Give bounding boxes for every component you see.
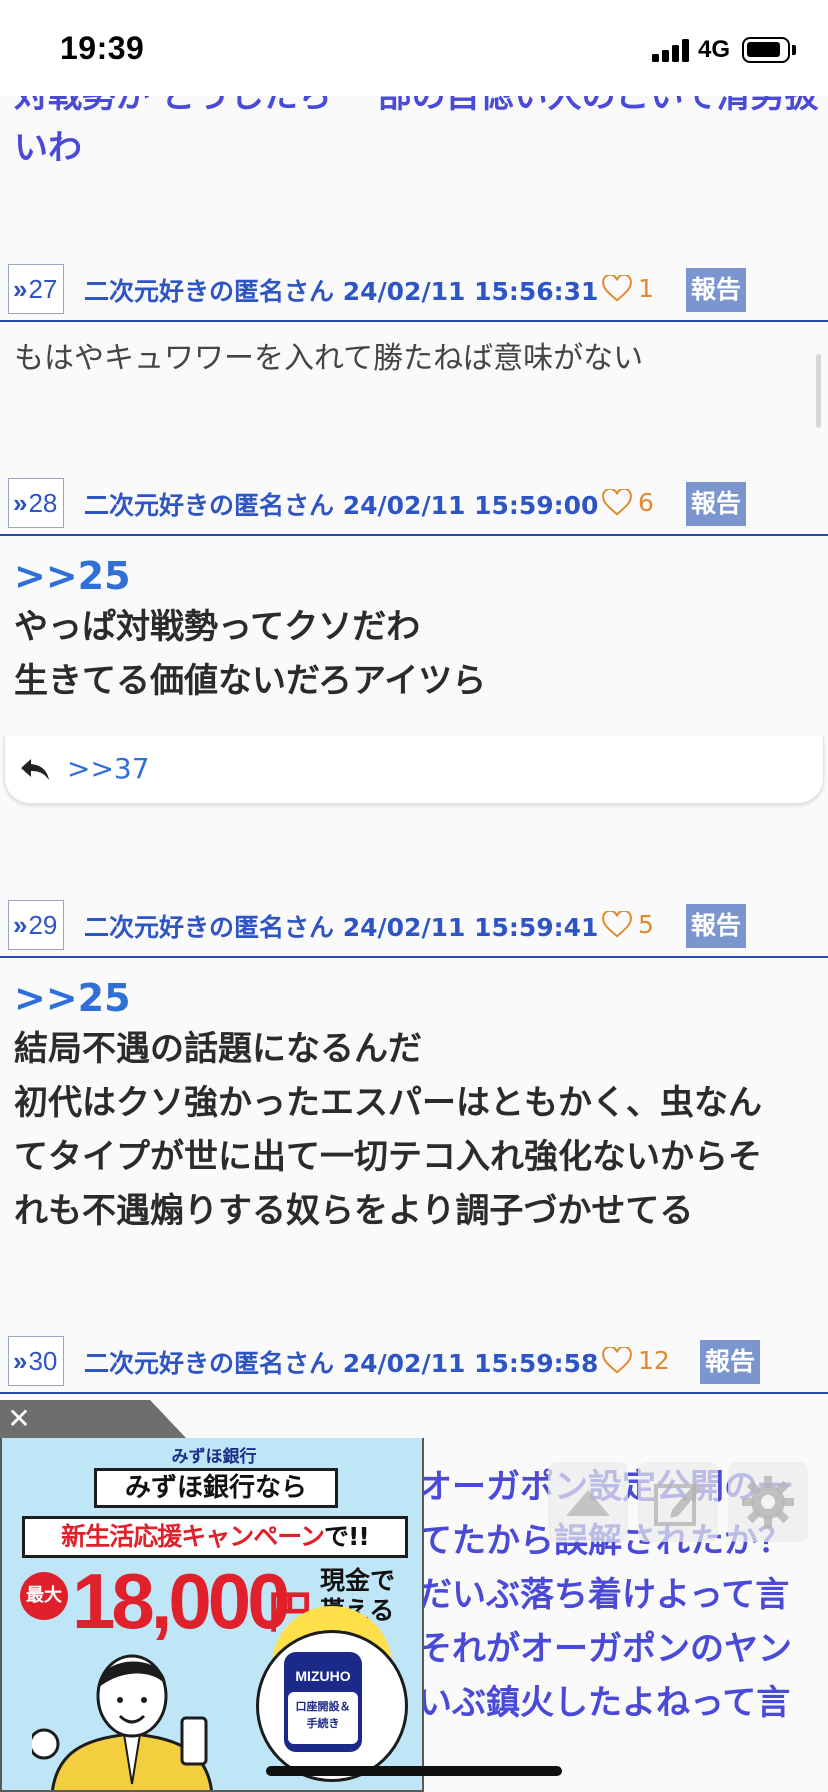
signal-icon	[652, 38, 690, 62]
post-number: 27	[28, 274, 58, 304]
edit-button[interactable]	[638, 1462, 718, 1542]
status-time: 19:39	[60, 30, 145, 66]
poster-meta: 二次元好きの匿名さん 24/02/11 15:59:58	[84, 1344, 598, 1380]
heart-icon	[602, 910, 632, 938]
post-text-line: もはやキュワワーを入れて勝たねば意味がない	[14, 341, 644, 376]
like-button[interactable]: 6	[602, 488, 654, 517]
post-number-link[interactable]: »27	[8, 264, 65, 314]
status-bar: 19:39 4G	[0, 0, 828, 96]
ad-cash-line: 現金で	[320, 1566, 396, 1595]
post-body: >>25 結局不遇の話題になるんだ 初代はクソ強かったエスパーはともかく、虫なん…	[0, 974, 828, 1238]
post-text-line: 生きてる価値ないだろアイツら	[14, 661, 487, 701]
anchor-link[interactable]: >>25	[14, 974, 828, 1022]
double-chevron-icon: »	[13, 910, 28, 940]
scrollbar[interactable]	[816, 354, 821, 428]
edit-icon	[654, 1482, 702, 1526]
reply-link[interactable]: >>37	[67, 752, 150, 785]
scroll-up-icon	[566, 1490, 610, 1516]
post-datetime: 24/02/11 15:59:00	[342, 491, 599, 520]
post-text-line: いぶ鎮火したよねって言	[418, 1683, 791, 1723]
post-text-line: それがオーガポンのヤン	[418, 1629, 792, 1669]
post-number-link[interactable]: »30	[8, 1336, 65, 1386]
post-header: »27 二次元好きの匿名さん 24/02/11 15:56:31 1 報告	[0, 260, 828, 322]
reply-icon	[19, 759, 49, 780]
close-icon[interactable]: ✕	[0, 1400, 38, 1438]
heart-icon	[602, 1346, 632, 1374]
report-button[interactable]: 報告	[700, 1340, 760, 1384]
ad-banner[interactable]: みずほ銀行 みずほ銀行なら 新生活応援キャンペーンで!! 最大 18,000 円…	[0, 1438, 424, 1792]
like-count: 5	[638, 910, 654, 939]
poster-meta: 二次元好きの匿名さん 24/02/11 15:56:31	[84, 272, 598, 308]
post-text-line: てタイプが世に出て一切テコ入れ強化ないからそ	[14, 1137, 762, 1177]
post-datetime: 24/02/11 15:56:31	[342, 277, 599, 306]
post-datetime: 24/02/11 15:59:41	[342, 913, 599, 942]
like-button[interactable]: 12	[602, 1346, 670, 1375]
ad-bank-name: みずほ銀行	[171, 1447, 257, 1467]
poster-name: 二次元好きの匿名さん	[84, 913, 335, 942]
like-count: 1	[638, 274, 654, 303]
ad-max-badge: 最大	[20, 1572, 68, 1620]
post-text-line: 結局不遇の話題になるんだ	[14, 1029, 422, 1069]
post-number-link[interactable]: »29	[8, 900, 65, 950]
double-chevron-icon: »	[13, 274, 28, 304]
scroll-top-button[interactable]	[548, 1462, 628, 1542]
post-header: »29 二次元好きの匿名さん 24/02/11 15:59:41 5 報告	[0, 896, 828, 958]
post-text-line: れも不遇煽りする奴らをより調子づかせてる	[14, 1191, 694, 1231]
gear-icon	[742, 1476, 794, 1528]
poster-name: 二次元好きの匿名さん	[84, 1349, 335, 1378]
poster-meta: 二次元好きの匿名さん 24/02/11 15:59:00	[84, 486, 598, 522]
ad-campaign: 新生活応援キャンペーンで!!	[22, 1516, 408, 1558]
double-chevron-icon: »	[13, 488, 28, 518]
heart-icon	[602, 488, 632, 516]
ad-app-label-line: 口座開設＆	[295, 1700, 351, 1713]
post-header: »30 二次元好きの匿名さん 24/02/11 15:59:58 12 報告	[0, 1332, 828, 1394]
post-text-line: いわ	[14, 128, 82, 168]
post-body: >>25 やっぱ対戦勢ってクソだわ 生きてる価値ないだろアイツら	[0, 552, 828, 708]
post-number: 28	[28, 488, 58, 518]
ad-app-label-line: 手続き	[306, 1717, 340, 1730]
heart-icon	[602, 274, 632, 302]
post-body: もはやキュワワーを入れて勝たねば意味がない	[0, 336, 828, 382]
post-text-line: だいぶ落ち着けよって言	[418, 1575, 790, 1615]
home-indicator	[266, 1766, 562, 1776]
like-button[interactable]: 5	[602, 910, 654, 939]
post-text-line: 初代はクソ強かったエスパーはともかく、虫なん	[14, 1083, 762, 1123]
settings-button[interactable]	[728, 1462, 808, 1542]
anchor-link[interactable]: >>25	[14, 552, 828, 600]
network-label: 4G	[698, 36, 731, 63]
double-chevron-icon: »	[13, 1346, 28, 1376]
reply-bar: >>37	[4, 736, 824, 804]
post-datetime: 24/02/11 15:59:58	[342, 1349, 599, 1378]
like-count: 6	[638, 488, 654, 517]
ad-campaign-text: 新生活応援キャンペーン	[61, 1522, 325, 1551]
ad-app-label: 口座開設＆ 手続き	[288, 1692, 358, 1744]
ad-brand: MIZUHO	[295, 1668, 351, 1684]
poster-name: 二次元好きの匿名さん	[84, 491, 335, 520]
battery-icon	[742, 37, 790, 63]
ad-headline: みずほ銀行なら	[94, 1468, 338, 1508]
post-number: 29	[28, 910, 58, 940]
post-header: »28 二次元好きの匿名さん 24/02/11 15:59:00 6 報告	[0, 474, 828, 536]
poster-name: 二次元好きの匿名さん	[84, 277, 335, 306]
ad-campaign-suffix: で!!	[323, 1522, 370, 1551]
like-button[interactable]: 1	[602, 274, 654, 303]
report-button[interactable]: 報告	[686, 268, 746, 312]
like-count: 12	[638, 1346, 670, 1375]
poster-meta: 二次元好きの匿名さん 24/02/11 15:59:41	[84, 908, 598, 944]
ad-person-illustration	[32, 1654, 213, 1790]
post-number: 30	[28, 1346, 58, 1376]
post-text-line: やっぱ対戦勢ってクソだわ	[14, 607, 421, 647]
post-number-link[interactable]: »28	[8, 478, 65, 528]
report-button[interactable]: 報告	[686, 482, 746, 526]
report-button[interactable]: 報告	[686, 904, 746, 948]
